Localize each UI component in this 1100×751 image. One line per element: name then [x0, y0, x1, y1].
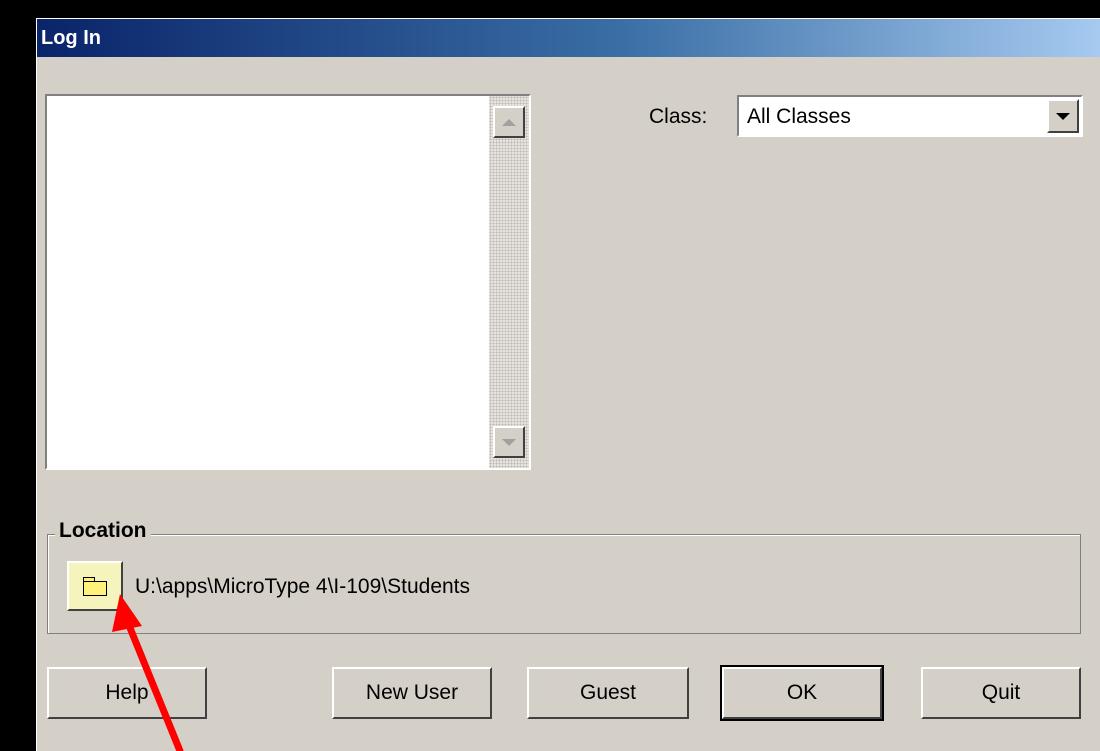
scroll-down-button[interactable] — [493, 426, 525, 458]
login-dialog: Log In Class: All Classes Location U:\ap… — [36, 18, 1100, 751]
dropdown-button[interactable] — [1047, 99, 1079, 133]
title-bar: Log In — [37, 19, 1100, 57]
class-dropdown[interactable]: All Classes — [737, 95, 1083, 137]
user-list[interactable] — [45, 94, 531, 470]
class-dropdown-value: All Classes — [747, 105, 851, 128]
location-path: U:\apps\MicroType 4\I-109\Students — [135, 575, 471, 598]
down-arrow-icon — [502, 438, 516, 446]
up-arrow-icon — [502, 118, 516, 126]
quit-button[interactable]: Quit — [921, 667, 1081, 719]
new-user-button[interactable]: New User — [332, 667, 492, 719]
folder-icon — [83, 577, 107, 596]
location-legend: Location — [55, 519, 151, 543]
scroll-up-button[interactable] — [493, 106, 525, 138]
guest-button[interactable]: Guest — [527, 667, 689, 719]
class-label: Class: — [649, 105, 708, 128]
browse-folder-button[interactable] — [67, 561, 123, 611]
chevron-down-icon — [1056, 112, 1070, 120]
help-button[interactable]: Help — [47, 667, 207, 719]
vertical-scrollbar[interactable] — [489, 96, 529, 468]
ok-button[interactable]: OK — [720, 665, 884, 721]
